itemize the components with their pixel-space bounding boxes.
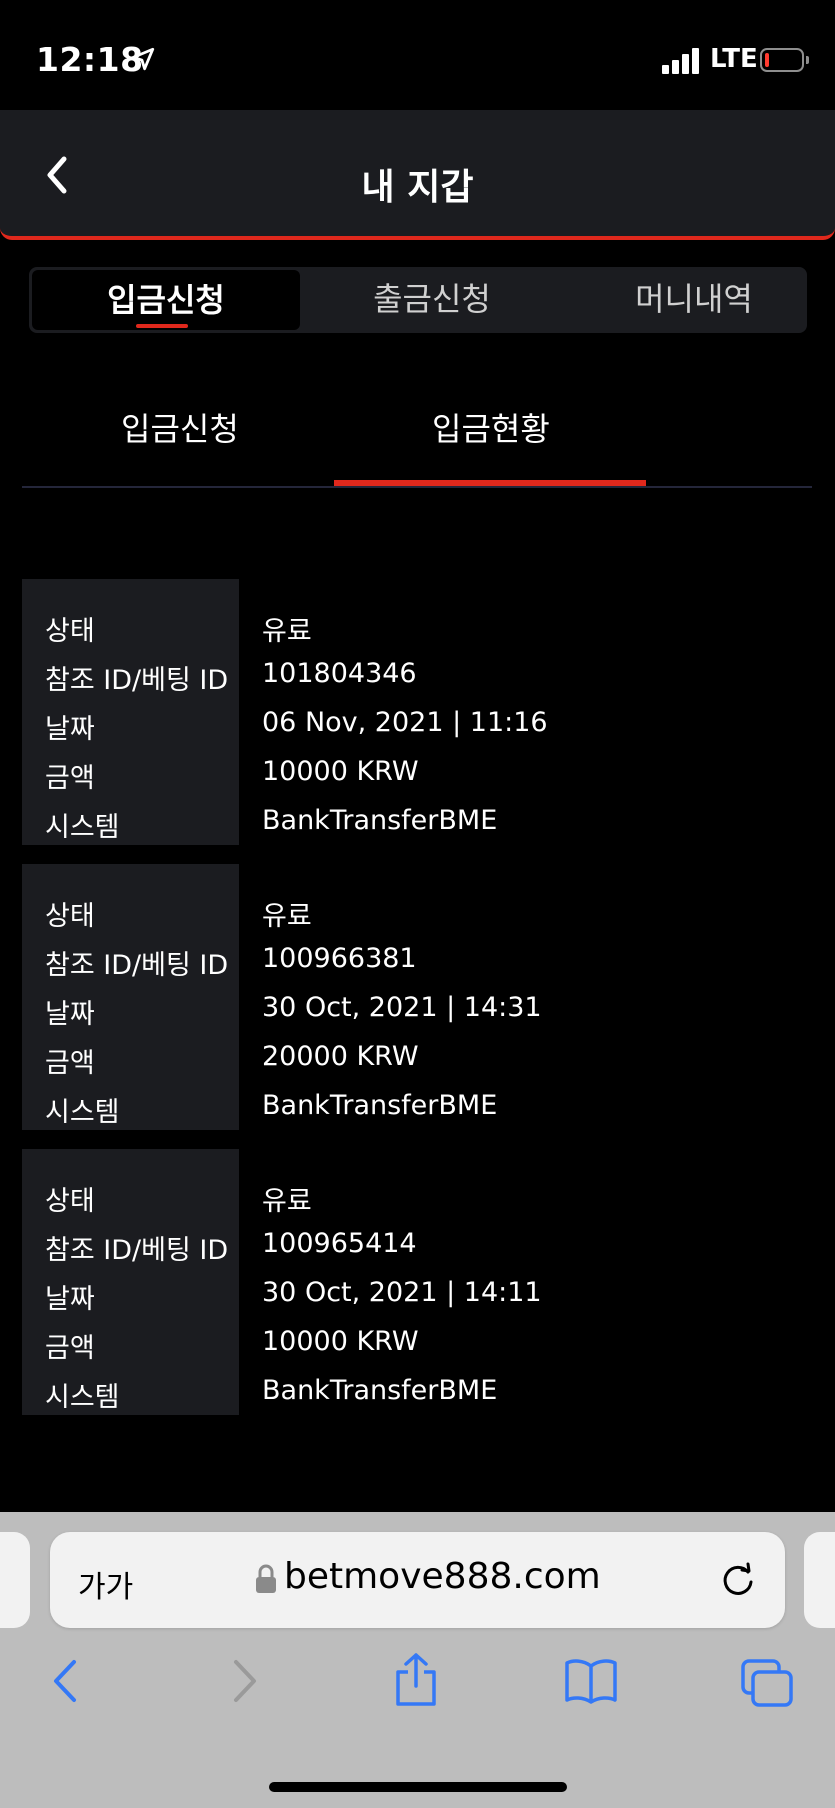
tab-label: 출금신청 <box>373 280 491 318</box>
date-value: 06 Nov, 2021 | 11:16 <box>262 707 548 738</box>
lock-icon <box>256 1564 276 1593</box>
subtab-divider <box>22 486 812 488</box>
deposit-record: 상태 유료 참조 ID/베팅 ID 100965414 날짜 30 Oct, 2021… <box>22 1149 812 1415</box>
home-indicator <box>269 1782 567 1792</box>
status-value: 유료 <box>262 616 312 647</box>
amount-label: 금액 <box>45 1333 95 1364</box>
wallet-tabs: 입금신청 출금신청 머니내역 <box>29 267 807 333</box>
tab-label: 입금신청 <box>107 281 225 319</box>
system-label: 시스템 <box>45 1382 120 1413</box>
ref-id-label: 참조 ID/베팅 ID <box>45 665 229 696</box>
tab-money-history[interactable]: 머니내역 <box>559 267 829 333</box>
amount-label: 금액 <box>45 1048 95 1079</box>
next-tab-peek[interactable] <box>804 1532 835 1628</box>
back-arrow-icon[interactable] <box>50 1658 80 1704</box>
tab-deposit-request[interactable]: 입금신청 <box>32 270 300 330</box>
bookmarks-icon[interactable] <box>563 1658 619 1704</box>
browser-bottom-bar: 가가 betmove888.com <box>0 1512 835 1808</box>
battery-icon <box>760 48 809 72</box>
reload-icon[interactable] <box>718 1560 758 1600</box>
system-value: BankTransferBME <box>262 1375 498 1406</box>
amount-value: 10000 KRW <box>262 756 419 787</box>
deposit-record: 상태 유료 참조 ID/베팅 ID 101804346 날짜 06 Nov, 2021… <box>22 579 812 845</box>
ref-id-label: 참조 ID/베팅 ID <box>45 950 229 981</box>
active-tab-indicator <box>136 324 188 328</box>
status-bar: 12:18 LTE <box>0 0 835 110</box>
date-label: 날짜 <box>45 1284 95 1315</box>
status-label: 상태 <box>45 901 95 932</box>
ref-id-value: 100965414 <box>262 1228 417 1259</box>
active-subtab-indicator <box>334 480 646 486</box>
status-time: 12:18 <box>36 40 144 79</box>
date-value: 30 Oct, 2021 | 14:31 <box>262 992 542 1023</box>
previous-tab-peek[interactable] <box>0 1532 30 1628</box>
subtab-deposit-status[interactable]: 입금현황 <box>432 404 550 450</box>
ref-id-value: 100966381 <box>262 943 417 974</box>
system-label: 시스템 <box>45 1097 120 1128</box>
tab-label: 머니내역 <box>635 280 753 318</box>
deposit-subtabs: 입금신청 입금현황 <box>22 390 812 490</box>
ref-id-label: 참조 ID/베팅 ID <box>45 1235 229 1266</box>
tabs-icon[interactable] <box>740 1658 794 1708</box>
status-value: 유료 <box>262 1186 312 1217</box>
amount-value: 20000 KRW <box>262 1041 419 1072</box>
system-value: BankTransferBME <box>262 1090 498 1121</box>
status-label: 상태 <box>45 616 95 647</box>
system-label: 시스템 <box>45 812 120 843</box>
status-value: 유료 <box>262 901 312 932</box>
text-size-button[interactable]: 가가 <box>78 1562 133 1606</box>
url-text[interactable]: betmove888.com <box>284 1556 601 1597</box>
amount-value: 10000 KRW <box>262 1326 419 1357</box>
share-icon[interactable] <box>393 1652 439 1708</box>
date-label: 날짜 <box>45 714 95 745</box>
page-header: 내 지갑 <box>0 110 835 240</box>
date-value: 30 Oct, 2021 | 14:11 <box>262 1277 542 1308</box>
ref-id-value: 101804346 <box>262 658 417 689</box>
date-label: 날짜 <box>45 999 95 1030</box>
page-title: 내 지갑 <box>361 167 474 208</box>
cellular-signal-icon <box>662 46 702 74</box>
status-label: 상태 <box>45 1186 95 1217</box>
tab-withdraw-request[interactable]: 출금신청 <box>297 267 567 333</box>
network-type: LTE <box>710 44 758 74</box>
address-bar[interactable]: 가가 betmove888.com <box>50 1532 785 1628</box>
location-arrow-icon <box>131 47 155 71</box>
subtab-deposit-request[interactable]: 입금신청 <box>121 404 239 450</box>
amount-label: 금액 <box>45 763 95 794</box>
deposit-record: 상태 유료 참조 ID/베팅 ID 100966381 날짜 30 Oct, 2021… <box>22 864 812 1130</box>
system-value: BankTransferBME <box>262 805 498 836</box>
forward-arrow-icon[interactable] <box>230 1658 260 1704</box>
